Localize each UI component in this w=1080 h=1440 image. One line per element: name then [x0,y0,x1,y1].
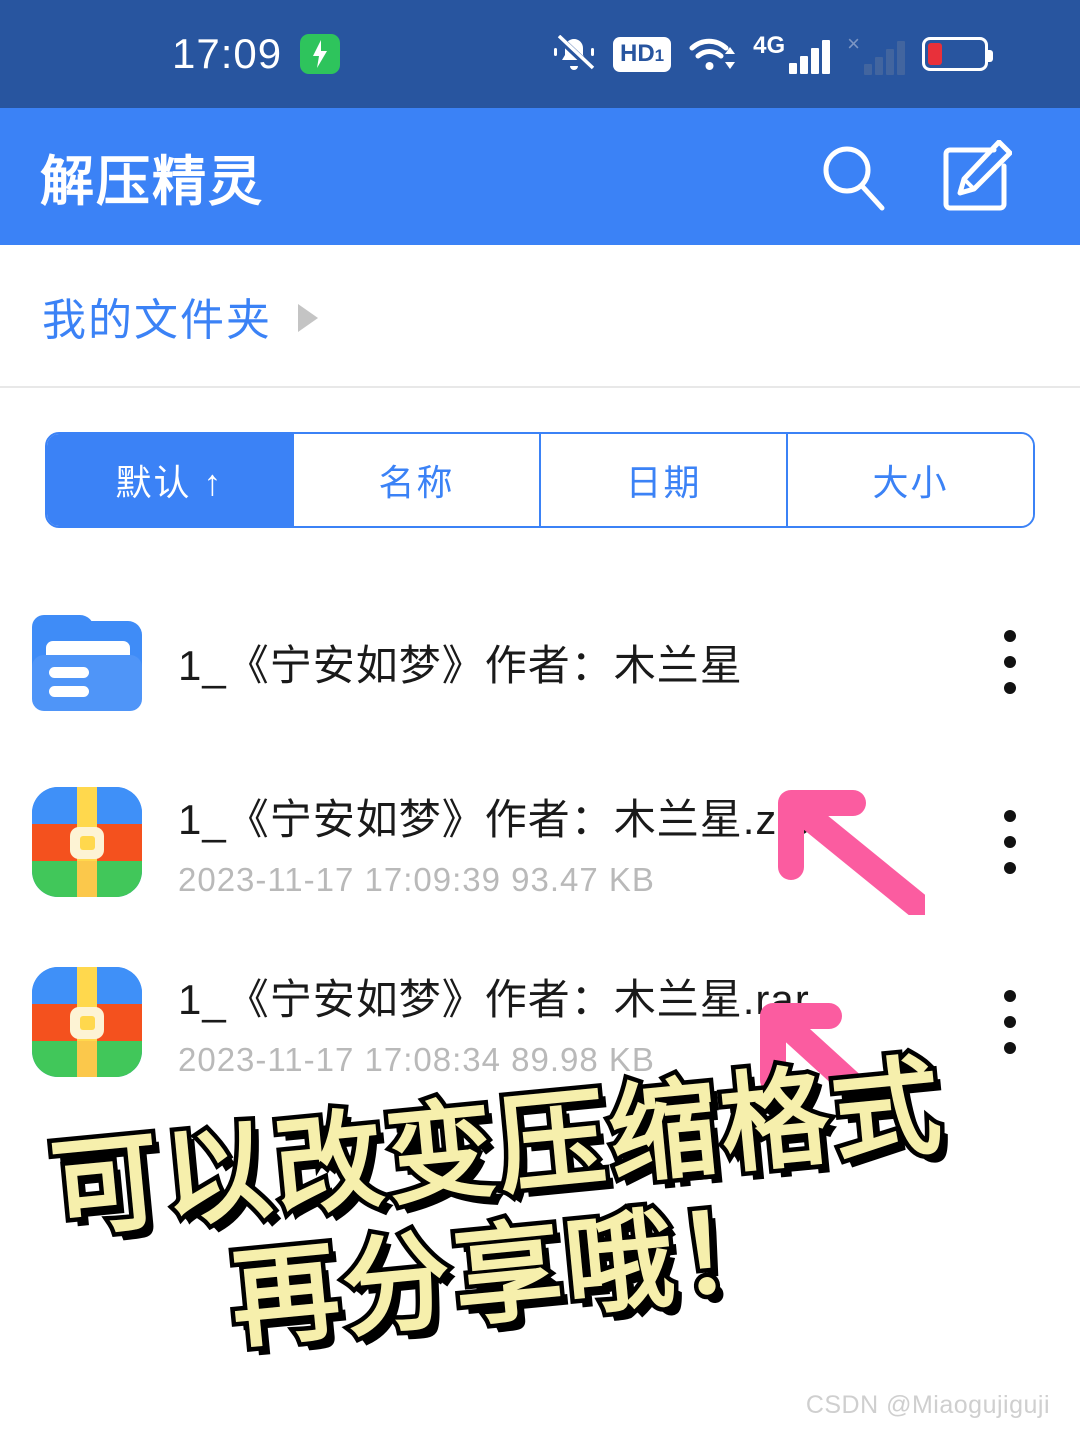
battery-charging-icon [300,34,341,74]
app-title: 解压精灵 [40,152,264,212]
file-text: 1_《宁安如梦》作者：木兰星 [178,632,970,693]
watermark: CSDN @Miaogujiguji [805,1391,1050,1419]
phone-screen: 17:09 HD1 4G × 解压精灵 我的文件夹 默认 ↑ 名称 日期 大小 … [0,0,1080,1440]
sim2-no-service-icon: × [847,33,905,75]
breadcrumb[interactable]: 我的文件夹 [0,245,1080,388]
sort-tabs[interactable]: 默认 ↑ 名称 日期 大小 [45,432,1035,528]
more-options-icon[interactable] [970,787,1050,897]
list-item[interactable]: 1_《宁安如梦》作者：木兰星.rar 2023-11-17 17:08:34 8… [0,932,1080,1112]
archive-zip-icon [32,787,142,897]
folder-icon [32,607,142,717]
archive-rar-icon [32,967,142,1077]
breadcrumb-item-my-folder[interactable]: 我的文件夹 [42,284,272,348]
edit-icon[interactable] [942,139,1012,214]
mobile-signal-icon: 4G [753,34,831,74]
pink-arrow-rar [755,1000,883,1115]
chevron-right-icon [298,303,318,332]
more-options-icon[interactable] [970,607,1050,717]
more-options-icon[interactable] [970,967,1050,1077]
caption-line-2: 再分享哦！ [221,1181,799,1368]
app-bar-actions [816,139,1036,214]
sort-tab-size[interactable]: 大小 [788,434,1033,526]
sort-tab-default[interactable]: 默认 ↑ [47,434,294,526]
status-bar-left: 17:09 [32,30,341,78]
status-bar-right: HD1 4G × [552,33,1048,75]
signal-bars [789,40,831,74]
status-bar: 17:09 HD1 4G × [0,0,1080,108]
mute-bell-icon [552,35,596,73]
list-item[interactable]: 1_《宁安如梦》作者：木兰星 [0,572,1080,752]
wifi-icon [688,35,736,73]
pink-arrow-zip [775,785,925,915]
sort-tab-name[interactable]: 名称 [294,434,541,526]
sort-tab-date[interactable]: 日期 [541,434,788,526]
app-bar: 解压精灵 [0,108,1080,245]
status-bar-clock: 17:09 [172,30,283,77]
battery-icon [922,37,993,71]
signal-bars-inactive [864,41,905,75]
battery-level [928,43,942,65]
search-icon[interactable] [816,140,890,214]
hd-voice-icon: HD1 [612,36,672,72]
file-name: 1_《宁安如梦》作者：木兰星 [178,641,743,689]
